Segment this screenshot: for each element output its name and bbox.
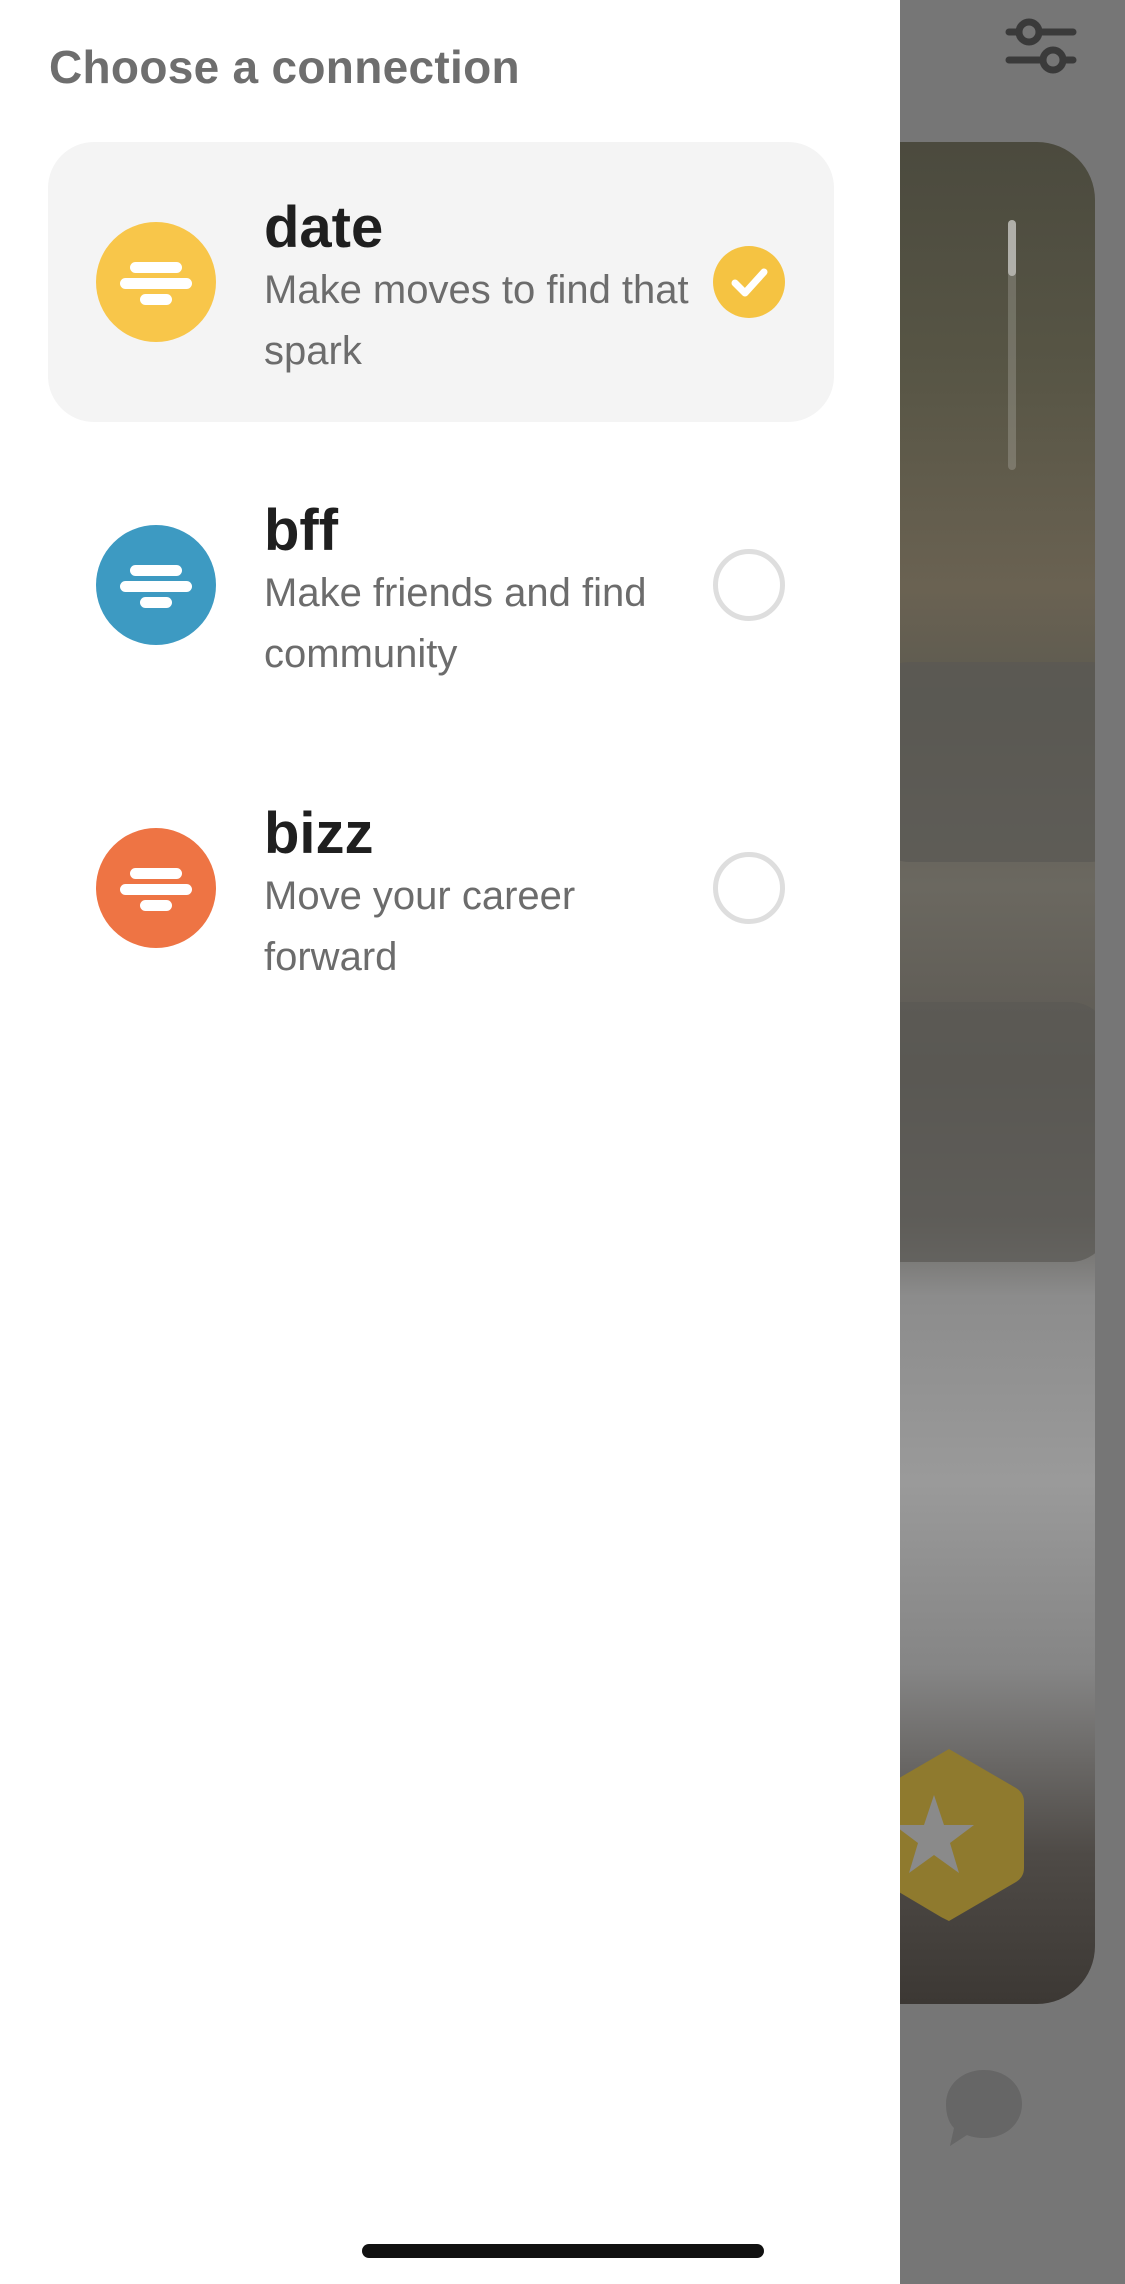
option-bizz[interactable]: bizz Move your career forward [48, 748, 834, 1028]
unselected-radio-icon[interactable] [713, 549, 785, 621]
drawer-title: Choose a connection [49, 41, 520, 93]
option-description: Move your career forward [264, 874, 576, 979]
option-name: bff [264, 498, 339, 563]
home-indicator[interactable] [362, 2244, 764, 2258]
option-date[interactable]: date Make moves to find that spark [48, 142, 834, 422]
bizz-logo-icon [96, 828, 216, 948]
selected-check-icon[interactable] [713, 246, 785, 318]
photo-rock-shape [870, 662, 1095, 862]
bff-logo-icon [96, 525, 216, 645]
date-logo-icon [96, 222, 216, 342]
option-description: Make friends and find community [264, 571, 647, 676]
option-name: date [264, 195, 384, 260]
photo-scroll-indicator [1008, 220, 1016, 470]
option-description: Make moves to find that spark [264, 268, 689, 373]
connection-drawer: Choose a connection date Make moves to f… [0, 0, 900, 2284]
option-name: bizz [264, 801, 374, 866]
filter-icon [1005, 18, 1077, 74]
option-bff[interactable]: bff Make friends and find community [48, 445, 834, 725]
photo-scroll-thumb [1008, 220, 1016, 276]
unselected-radio-icon[interactable] [713, 852, 785, 924]
chat-icon [946, 2070, 1022, 2146]
